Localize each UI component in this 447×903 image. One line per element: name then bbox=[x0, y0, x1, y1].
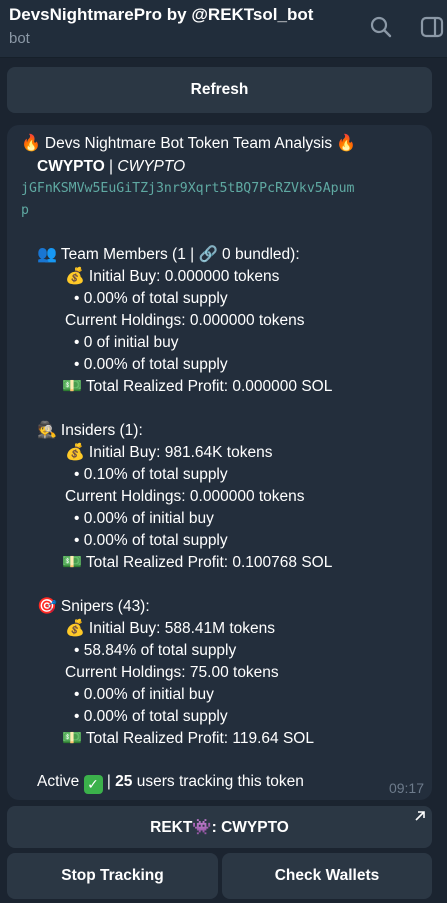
insiders-profit: Total Realized Profit: 0.100768 SOL bbox=[85, 554, 333, 571]
team-profit: Total Realized Profit: 0.000000 SOL bbox=[85, 378, 333, 395]
message-title-row: 🔥 Devs Nightmare Bot Token Team Analysis 🔥 bbox=[21, 134, 360, 154]
team-current-supply: • 0.00% of total supply bbox=[74, 356, 228, 373]
snipers-profit-row: 💵 Total Realized Profit: 119.64 SOL bbox=[62, 729, 314, 749]
refresh-label: Refresh bbox=[190, 81, 249, 98]
token-symbol: CWYPTO bbox=[117, 158, 186, 175]
snipers-current-supply: • 0.00% of total supply bbox=[74, 708, 228, 725]
check-mark-icon: ✓ bbox=[83, 775, 103, 794]
insiders-current-supply: • 0.00% of total supply bbox=[74, 532, 228, 549]
snipers-profit: Total Realized Profit: 119.64 SOL bbox=[85, 730, 314, 747]
team-supply-pct: • 0.00% of total supply bbox=[74, 290, 228, 307]
money-bag-icon: 💰 bbox=[65, 620, 85, 637]
team-current-holdings: Current Holdings: 0.000000 tokens bbox=[65, 312, 305, 329]
money-icon: 💵 bbox=[62, 554, 82, 571]
money-bag-icon: 💰 bbox=[65, 444, 85, 461]
message-title: Devs Nightmare Bot Token Team Analysis bbox=[44, 135, 333, 152]
fire-icon: 🔥 bbox=[21, 135, 41, 152]
token-name: CWYPTO bbox=[37, 158, 105, 175]
insiders-heading-row: 🕵️ Insiders (1): bbox=[37, 421, 143, 441]
team-icon: 👥 bbox=[37, 246, 57, 263]
users-count: 25 bbox=[115, 773, 133, 790]
token-address-end[interactable]: p bbox=[21, 201, 29, 221]
chat-header: DevsNightmarePro by @REKTsol_bot bot bbox=[0, 0, 447, 58]
refresh-button[interactable]: Refresh bbox=[7, 67, 432, 113]
stop-tracking-button[interactable]: Stop Tracking bbox=[7, 853, 218, 899]
detective-icon: 🕵️ bbox=[37, 422, 57, 439]
active-row: Active ✓ | 25 users tracking this token bbox=[37, 773, 304, 794]
money-bag-icon: 💰 bbox=[65, 268, 85, 285]
team-initial-row: 💰 Initial Buy: 0.000000 tokens bbox=[65, 267, 279, 287]
search-icon[interactable] bbox=[368, 14, 394, 40]
snipers-supply-pct: • 58.84% of total supply bbox=[74, 642, 237, 659]
token-address[interactable]: jGFnKSMVw5EuGiTZj3nr9Xqrt5tBQ7PcRZVkv5Ap… bbox=[21, 179, 354, 199]
insiders-profit-row: 💵 Total Realized Profit: 0.100768 SOL bbox=[62, 553, 332, 573]
chat-subtitle: bot bbox=[9, 30, 30, 47]
team-initial-buy: Initial Buy: 0.000000 tokens bbox=[88, 268, 280, 285]
sidebar-toggle-icon[interactable] bbox=[419, 14, 445, 40]
chat-title[interactable]: DevsNightmarePro by @REKTsol_bot bbox=[9, 5, 313, 25]
snipers-current-holdings: Current Holdings: 75.00 tokens bbox=[65, 664, 279, 681]
snipers-heading-row: 🎯 Snipers (43): bbox=[37, 597, 150, 617]
insiders-of-initial: • 0.00% of initial buy bbox=[74, 510, 214, 527]
team-heading: Team Members (1 | 🔗 0 bundled): bbox=[60, 246, 300, 263]
rekt-label: REKT👾: CWYPTO bbox=[150, 818, 289, 836]
insiders-supply-pct: • 0.10% of total supply bbox=[74, 466, 228, 483]
bot-message: 🔥 Devs Nightmare Bot Token Team Analysis 🔥… bbox=[7, 125, 432, 800]
insiders-heading: Insiders (1): bbox=[60, 422, 143, 439]
insiders-initial-buy: Initial Buy: 981.64K tokens bbox=[88, 444, 273, 461]
check-wallets-label: Check Wallets bbox=[274, 867, 380, 884]
snipers-of-initial: • 0.00% of initial buy bbox=[74, 686, 214, 703]
message-time: 09:17 bbox=[388, 780, 424, 796]
snipers-initial-buy: Initial Buy: 588.41M tokens bbox=[88, 620, 276, 637]
money-icon: 💵 bbox=[62, 730, 82, 747]
target-icon: 🎯 bbox=[37, 598, 57, 615]
team-of-initial: • 0 of initial buy bbox=[74, 334, 179, 351]
snipers-heading: Snipers (43): bbox=[60, 598, 150, 615]
rekt-link-button[interactable]: REKT👾: CWYPTO bbox=[7, 806, 432, 848]
insiders-initial-row: 💰 Initial Buy: 981.64K tokens bbox=[65, 443, 272, 463]
users-suffix: users tracking this token bbox=[136, 773, 304, 790]
check-wallets-button[interactable]: Check Wallets bbox=[222, 853, 432, 899]
team-heading-row: 👥 Team Members (1 | 🔗 0 bundled): bbox=[37, 245, 300, 265]
fire-icon: 🔥 bbox=[336, 135, 357, 152]
active-label: Active bbox=[37, 773, 80, 790]
money-icon: 💵 bbox=[62, 378, 82, 395]
token-row: CWYPTO | CWYPTO bbox=[37, 158, 186, 175]
stop-tracking-label: Stop Tracking bbox=[61, 867, 164, 884]
team-profit-row: 💵 Total Realized Profit: 0.000000 SOL bbox=[62, 377, 332, 397]
external-link-icon bbox=[415, 811, 425, 821]
snipers-initial-row: 💰 Initial Buy: 588.41M tokens bbox=[65, 619, 275, 639]
insiders-current-holdings: Current Holdings: 0.000000 tokens bbox=[65, 488, 305, 505]
